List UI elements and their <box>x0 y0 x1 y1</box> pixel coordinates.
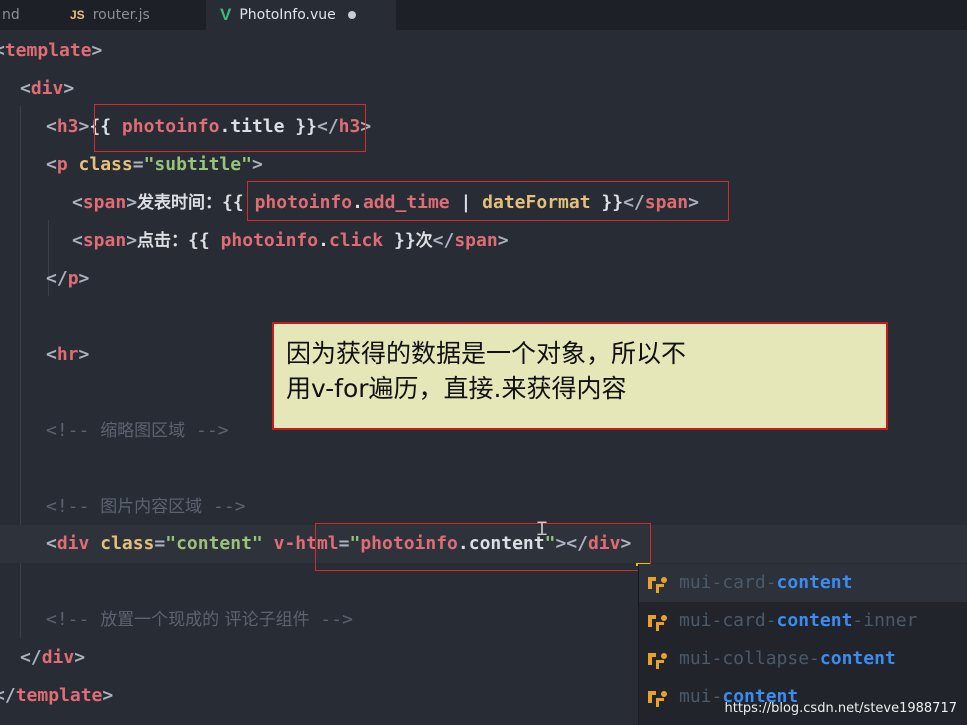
tab-bar: nd JS router.js V PhotoInfo.vue <box>0 0 967 30</box>
code-line[interactable]: </p> <box>46 260 89 298</box>
code-line[interactable]: </div> <box>20 639 85 677</box>
callout-line: 因为获得的数据是一个对象，所以不 <box>286 339 687 368</box>
tab-photoinfo-vue[interactable]: V PhotoInfo.vue <box>206 0 396 30</box>
autocomplete-item[interactable]: mui-card-content -inner <box>639 602 967 640</box>
snippet-icon <box>645 610 671 632</box>
code-comment[interactable]: <!-- 缩略图区域 --> <box>46 412 229 450</box>
highlight-box-add-time <box>247 181 729 221</box>
highlight-box-title <box>94 104 366 152</box>
tab-label: PhotoInfo.vue <box>239 7 336 23</box>
code-comment[interactable]: <!-- 放置一个现成的 评论子组件 --> <box>46 601 353 639</box>
code-line[interactable]: <span>点击：{{ photoinfo.click }}次</span> <box>72 222 509 260</box>
snippet-icon <box>645 686 671 708</box>
tab-label: router.js <box>92 7 150 23</box>
callout-line: 用v-for遍历，直接.来获得内容 <box>286 374 627 403</box>
ibeam-cursor-icon: Ｉ <box>533 519 551 540</box>
tab-router-js[interactable]: JS router.js <box>52 0 220 30</box>
autocomplete-item[interactable]: mui-collapse-content <box>639 640 967 678</box>
tab-partial[interactable]: nd <box>0 0 54 30</box>
snippet-icon <box>645 572 671 594</box>
highlight-box-v-html <box>315 523 651 571</box>
snippet-icon <box>645 648 671 670</box>
unsaved-dot-icon[interactable] <box>347 11 356 19</box>
autocomplete-item[interactable]: mui-card-content <box>639 564 967 602</box>
annotation-callout: 因为获得的数据是一个对象，所以不 用v-for遍历，直接.来获得内容 <box>272 322 888 430</box>
code-line[interactable]: <template> <box>0 32 102 70</box>
tab-label: nd <box>2 7 20 23</box>
vue-file-icon: V <box>220 5 232 24</box>
js-file-icon: JS <box>70 8 85 22</box>
watermark: https://blog.csdn.net/steve1988717 <box>724 701 957 716</box>
code-comment[interactable]: <!-- 图片内容区域 --> <box>46 488 246 526</box>
code-line[interactable]: </template> <box>0 677 113 715</box>
code-line[interactable]: <hr> <box>46 336 89 374</box>
code-line[interactable]: <div> <box>20 70 74 108</box>
